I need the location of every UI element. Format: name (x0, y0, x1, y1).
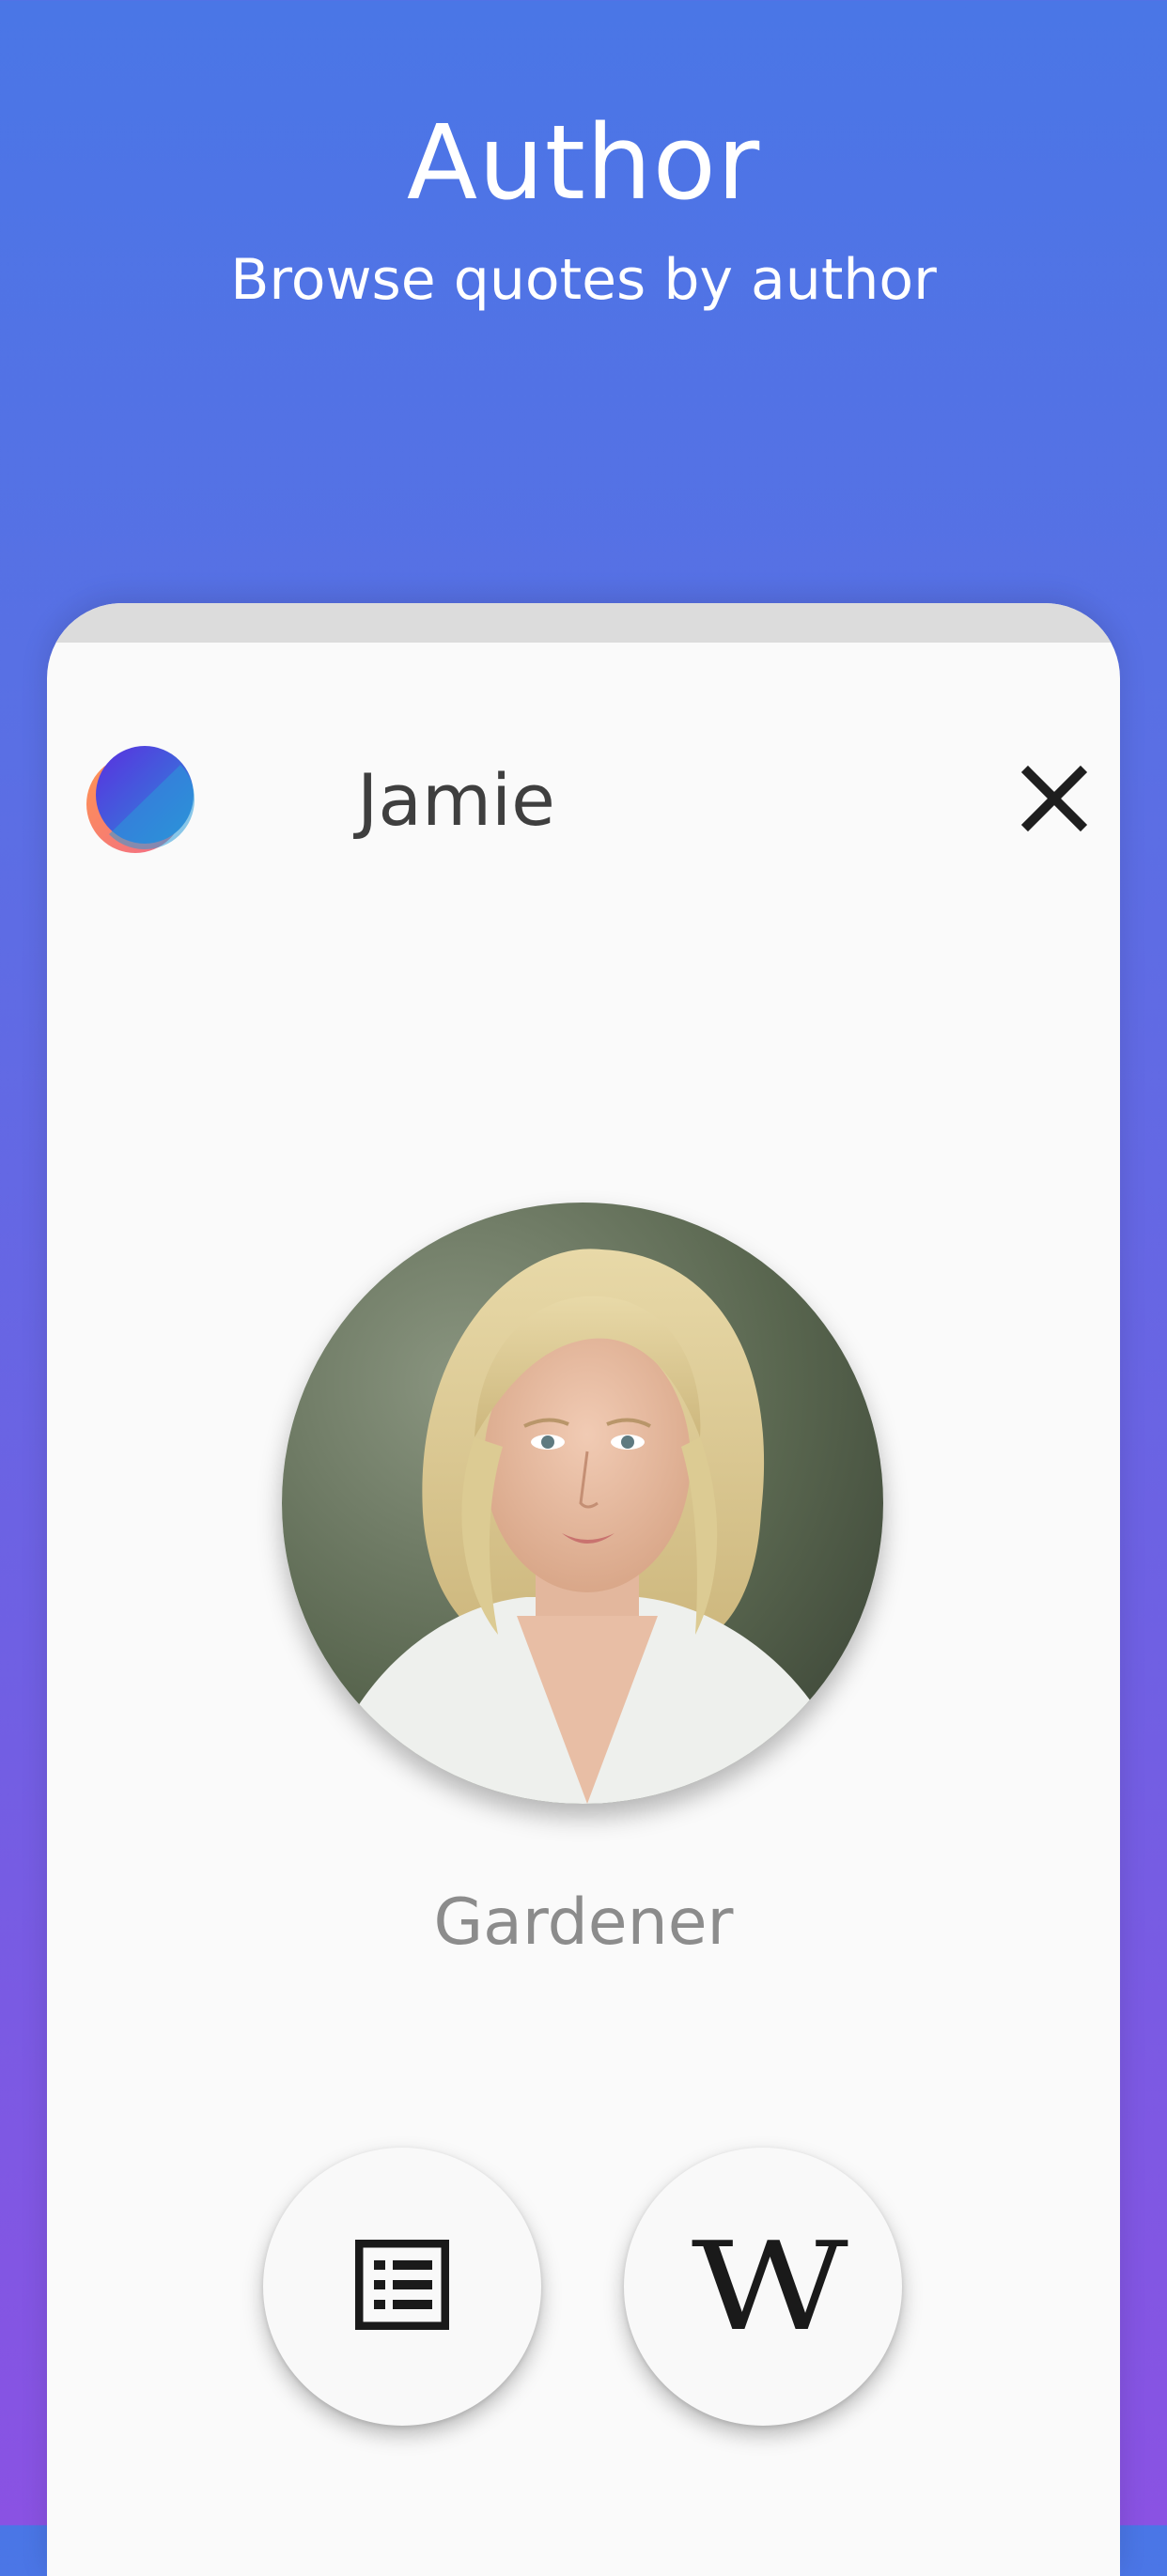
wikipedia-button[interactable]: W (624, 2148, 902, 2426)
author-occupation: Gardener (433, 1885, 734, 1960)
close-icon[interactable] (1013, 757, 1096, 840)
status-bar (47, 603, 1120, 643)
hero-subtitle: Browse quotes by author (230, 247, 937, 313)
author-name: Jamie (357, 758, 555, 842)
app-logo-icon[interactable] (83, 742, 199, 859)
phone-screen: Jamie Gardener W (47, 603, 1120, 2576)
wikipedia-icon: W (691, 2215, 848, 2358)
author-quotes-button[interactable] (263, 2148, 541, 2426)
author-avatar (282, 1203, 883, 1804)
hero-title: Author (406, 102, 761, 223)
list-icon (354, 2239, 450, 2334)
